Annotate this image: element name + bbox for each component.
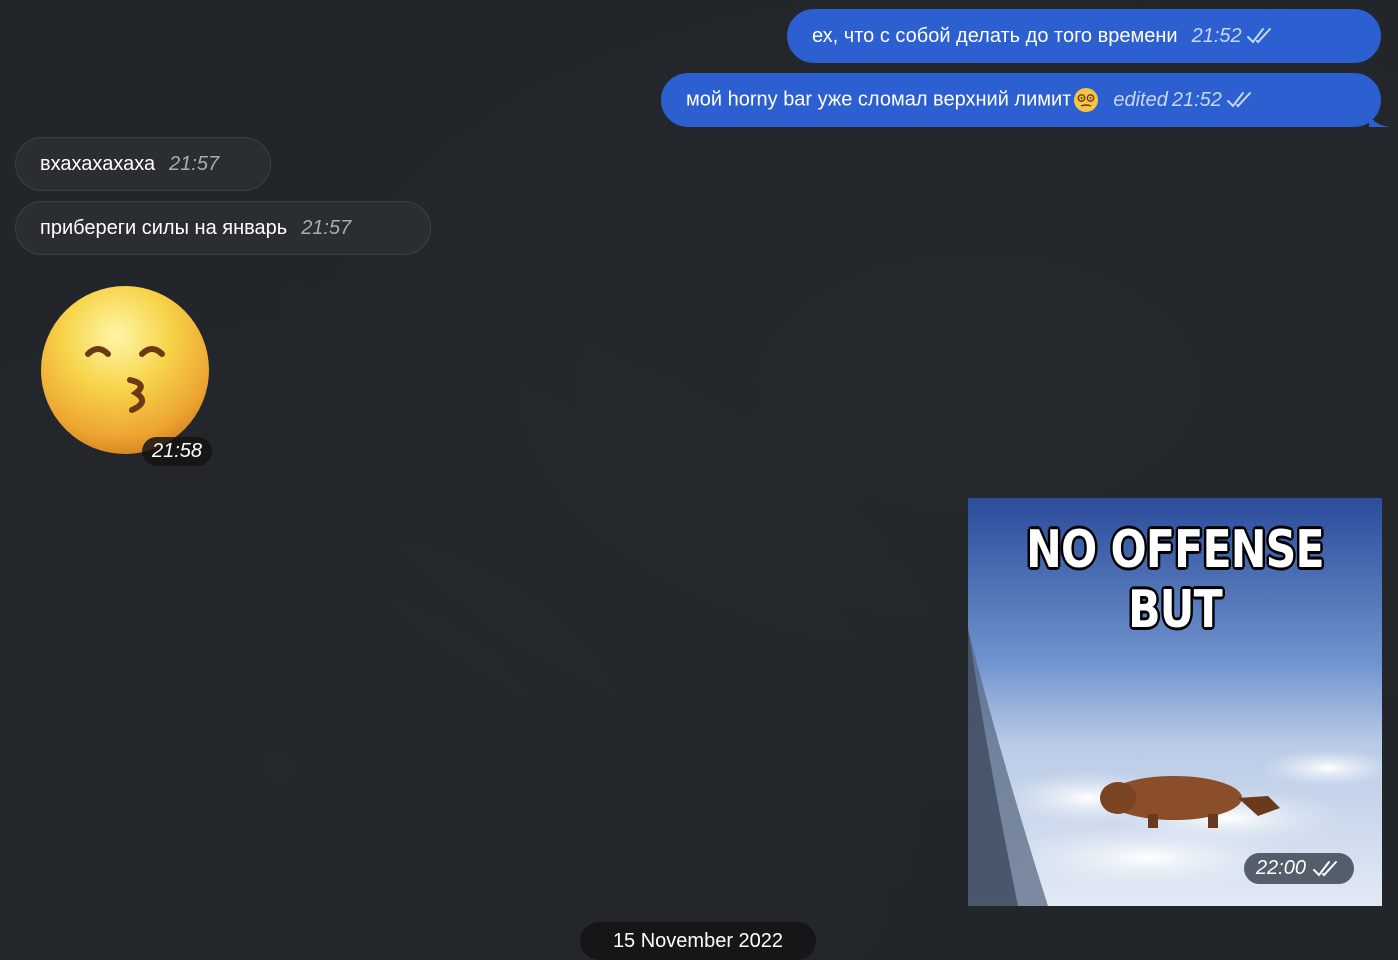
kissing-face-sticker-icon[interactable] (40, 280, 210, 460)
message-meta: edited 21:52 (1113, 88, 1256, 112)
incoming-message[interactable]: вхахахахаха 21:57 (15, 137, 271, 191)
message-text-content: мой horny bar уже сломал верхний лимит (686, 88, 1072, 111)
message-time: 21:52 (1191, 25, 1242, 47)
date-divider: 15 November 2022 (580, 922, 816, 960)
message-text: ех, что с собой делать до того времени (812, 25, 1178, 47)
double-check-icon (1226, 92, 1251, 108)
message-text: мой horny bar уже сломал верхний лимит (686, 87, 1099, 113)
message-text: прибереги силы на январь (40, 217, 288, 239)
outgoing-message[interactable]: ех, что с собой делать до того времени 2… (787, 9, 1381, 63)
woozy-face-icon (1074, 88, 1099, 112)
double-check-icon (1313, 860, 1337, 877)
photo-time: 22:00 (1255, 857, 1306, 879)
message-time: 21:57 (301, 217, 352, 239)
message-time: 21:57 (169, 153, 220, 175)
double-check-icon (1246, 28, 1271, 44)
message-text: вхахахахаха (40, 153, 156, 175)
photo-caption: NO OFFENSE BUT (1026, 520, 1325, 640)
edited-label: edited (1113, 89, 1168, 111)
incoming-message[interactable]: прибереги силы на январь 21:57 (15, 201, 431, 255)
outgoing-message[interactable]: мой horny bar уже сломал верхний лимит e… (661, 73, 1391, 127)
photo-meta: 22:00 (1243, 853, 1354, 884)
photo-message[interactable]: NO OFFENSE BUT 22:00 (968, 498, 1382, 906)
bubble-tail (1369, 111, 1391, 127)
message-time: 21:52 (1171, 89, 1222, 111)
message-meta: 21:52 (1192, 24, 1276, 48)
sticker-time: 21:58 (142, 437, 213, 466)
